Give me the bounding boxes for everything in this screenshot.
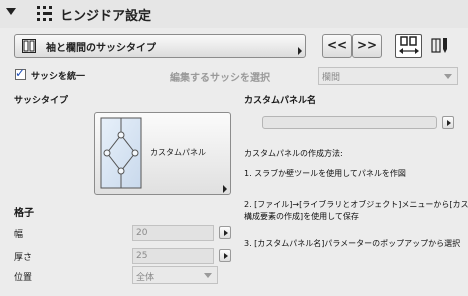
grid-width-value: 20 bbox=[136, 228, 148, 238]
help-step-3: 3. [カスタムパネル名]パラメーターのポップアップから選択 bbox=[244, 239, 461, 248]
sash-window-icon bbox=[22, 39, 36, 53]
chevron-down-icon bbox=[444, 74, 452, 79]
preview-caption: カスタムパネル bbox=[150, 148, 206, 157]
panel-title: ヒンジドア設定 bbox=[60, 9, 152, 24]
grid-section-label: 格子 bbox=[14, 208, 34, 219]
grid-width-popup-button[interactable] bbox=[219, 226, 231, 239]
edit-sash-value: 欄間 bbox=[322, 73, 341, 83]
help-title: カスタムパネルの作成方法: bbox=[244, 149, 343, 158]
custom-panel-popup-button[interactable] bbox=[442, 116, 454, 129]
unify-sash-label: サッシを統一 bbox=[31, 72, 86, 82]
collapse-triangle-icon[interactable] bbox=[6, 8, 16, 15]
help-step-1: 1. スラブか壁ツールを使用してパネルを作図 bbox=[244, 169, 406, 178]
grid-position-value: 全体 bbox=[136, 273, 155, 283]
custom-panel-name-label: カスタムパネル名 bbox=[244, 96, 317, 106]
settings-grid-icon bbox=[37, 6, 52, 21]
help-step-2-line-1: 2. [ファイル]→[ライブラリとオブジェクト]メニューから[カスタム bbox=[244, 200, 468, 209]
next-button[interactable]: >> bbox=[352, 34, 382, 58]
sash-type-label: サッシタイプ bbox=[14, 96, 69, 106]
mirror-icon bbox=[399, 36, 419, 54]
chevron-right-icon bbox=[298, 47, 302, 55]
pencil-icon[interactable] bbox=[430, 36, 450, 56]
edit-sash-label: 編集するサッシを選択 bbox=[170, 73, 270, 84]
custom-panel-thumbnail bbox=[100, 117, 142, 189]
grid-thickness-popup-button[interactable] bbox=[219, 249, 231, 262]
previous-button[interactable]: << bbox=[322, 34, 352, 58]
chevron-right-icon bbox=[223, 185, 227, 193]
checkmark-icon: ✓ bbox=[15, 66, 26, 80]
custom-panel-name-field[interactable] bbox=[262, 116, 437, 129]
grid-position-label: 位置 bbox=[14, 273, 33, 283]
sash-type-category-label: 袖と欄間のサッシタイプ bbox=[46, 43, 156, 54]
grid-thickness-value: 25 bbox=[136, 251, 148, 261]
chevron-down-icon bbox=[204, 273, 212, 278]
grid-thickness-label: 厚さ bbox=[14, 253, 33, 263]
grid-width-label: 幅 bbox=[14, 230, 24, 240]
help-step-2-line-2: 構成要素の作成]を使用して保存 bbox=[244, 212, 359, 221]
